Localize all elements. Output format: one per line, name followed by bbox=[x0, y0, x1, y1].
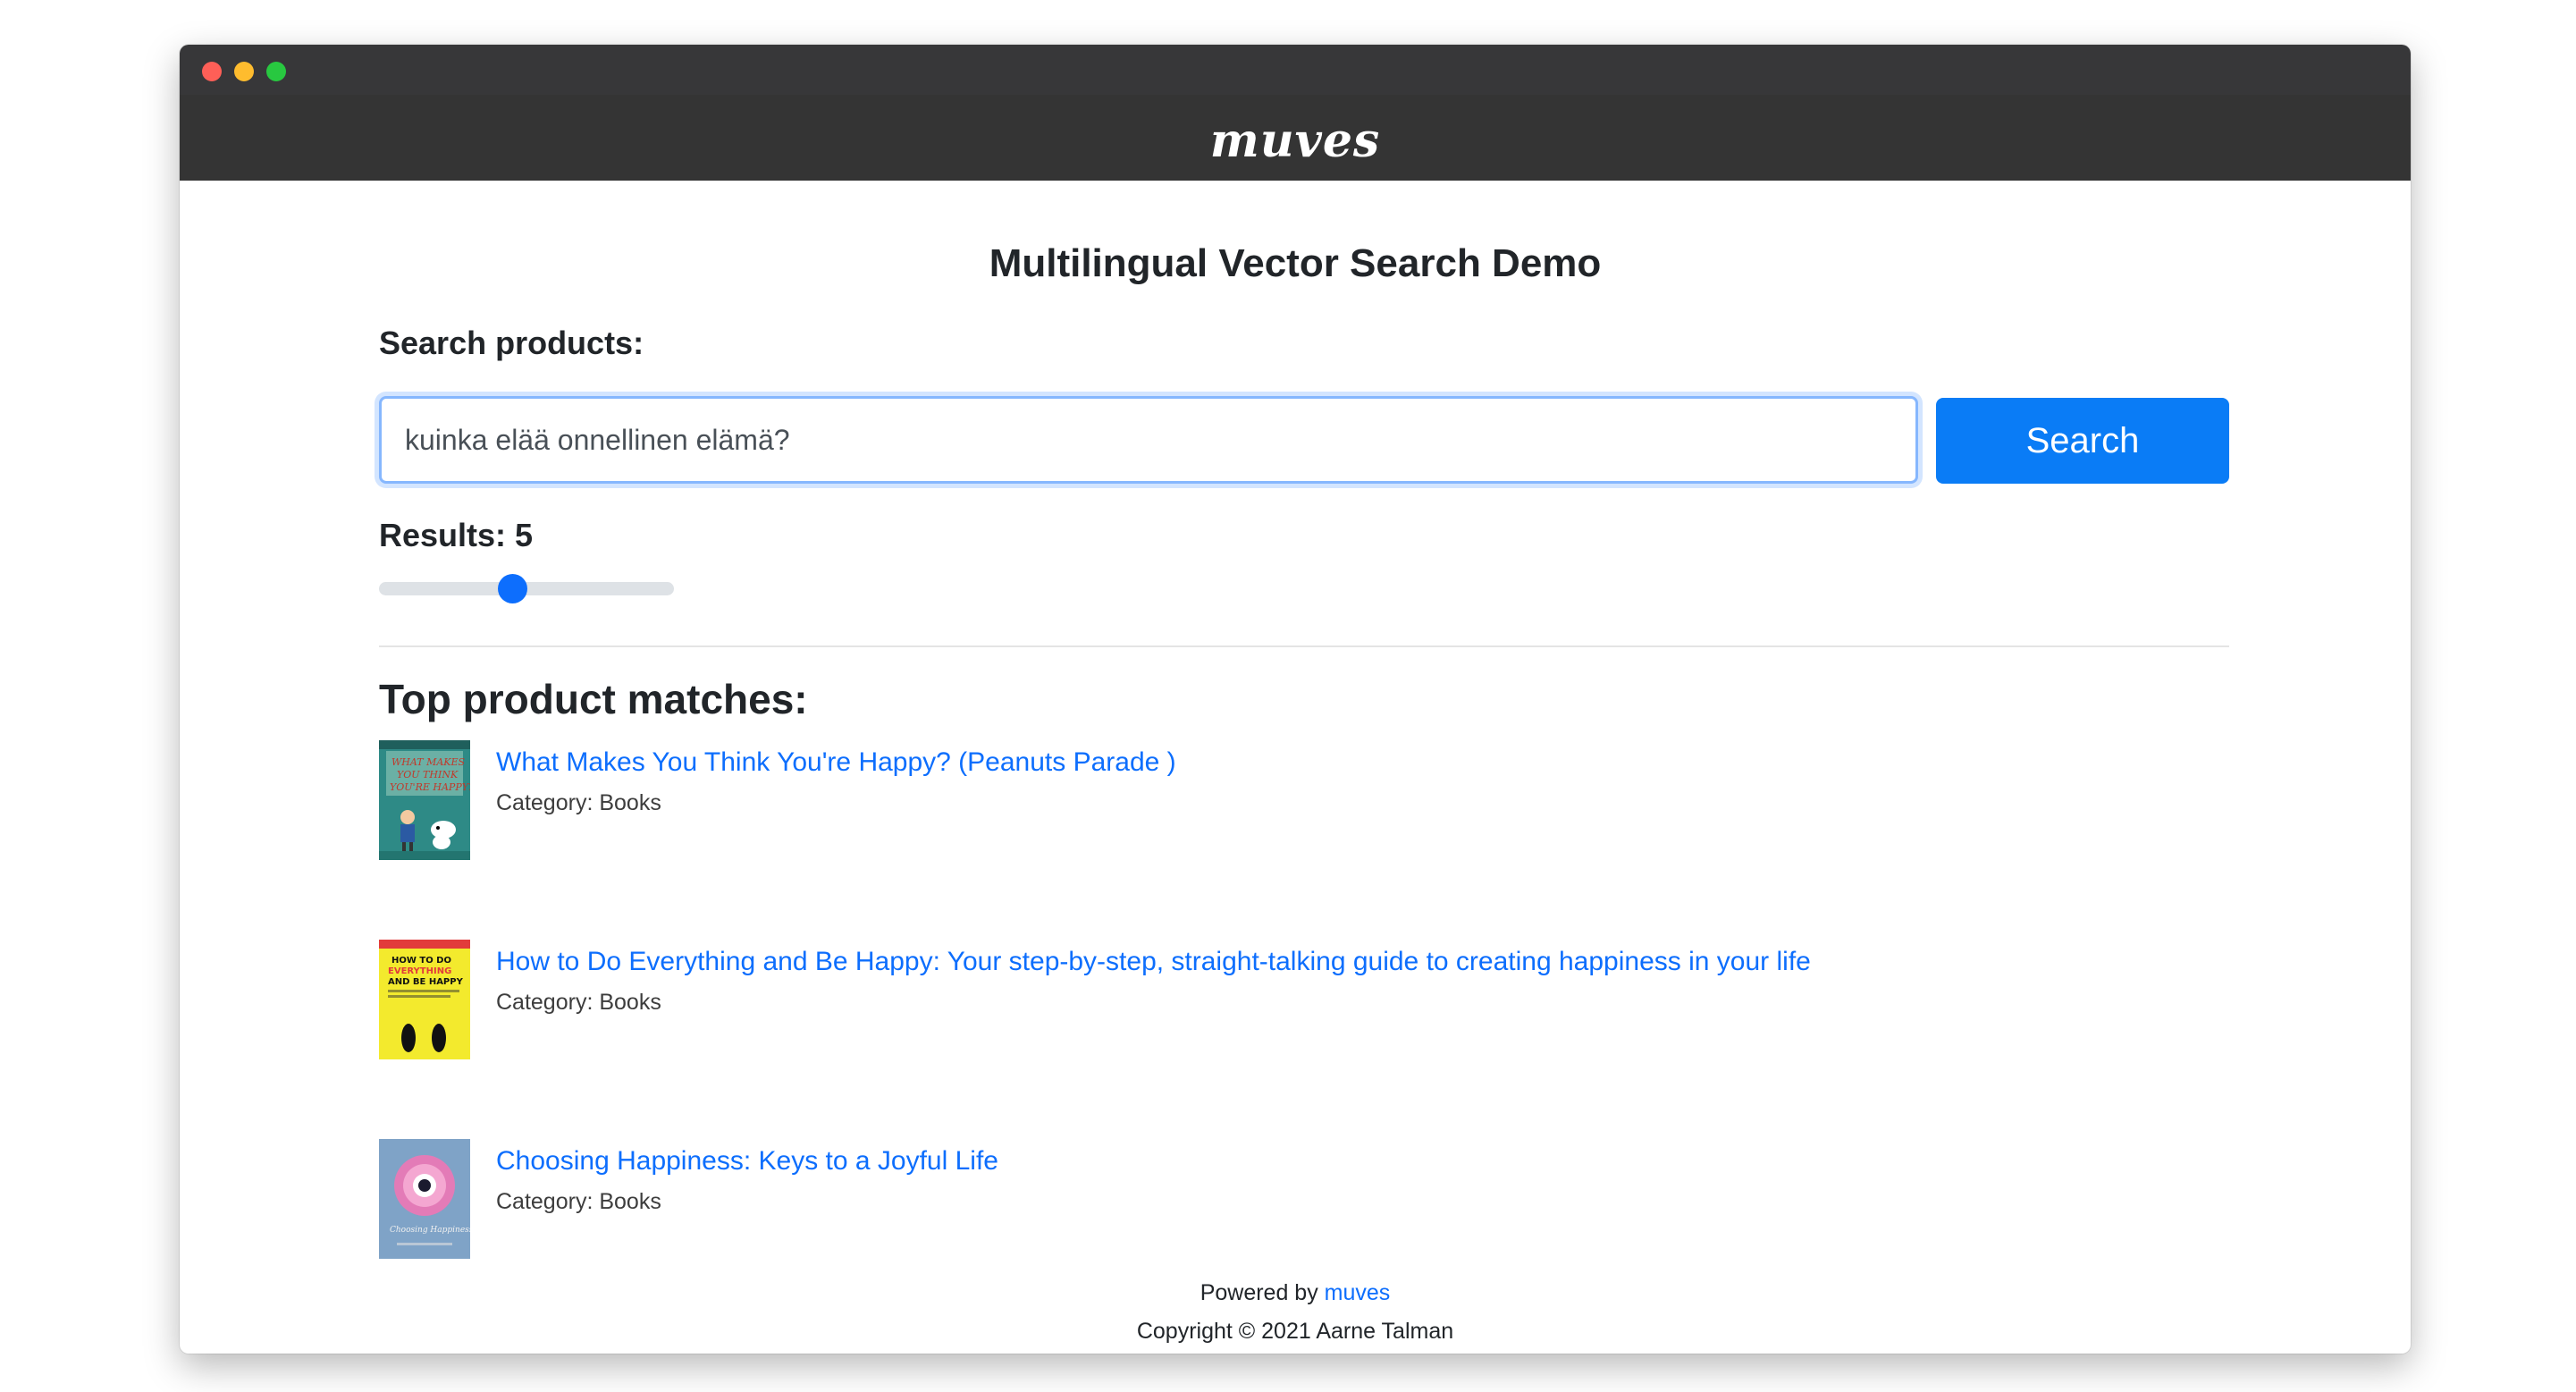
search-label: Search products: bbox=[379, 325, 644, 361]
svg-text:YOU THINK: YOU THINK bbox=[397, 769, 459, 780]
product-category: Category: Books bbox=[496, 990, 661, 1015]
close-window-button[interactable] bbox=[202, 62, 222, 81]
product-title-link[interactable]: What Makes You Think You're Happy? (Pean… bbox=[496, 747, 1176, 778]
svg-text:WHAT MAKES: WHAT MAKES bbox=[391, 756, 466, 768]
svg-text:Choosing Happiness: Choosing Happiness bbox=[390, 1226, 470, 1235]
product-category: Category: Books bbox=[496, 790, 661, 815]
svg-text:AND BE HAPPY: AND BE HAPPY bbox=[388, 977, 464, 987]
smiley-cover-thumbnail[interactable]: HOW TO DO EVERYTHING AND BE HAPPY PETER … bbox=[379, 940, 470, 1059]
product-category: Category: Books bbox=[496, 1189, 661, 1214]
browser-window: muves Multilingual Vector Search Demo Se… bbox=[180, 45, 2411, 1354]
svg-text:YOU'RE HAPPY?: YOU'RE HAPPY? bbox=[390, 781, 470, 793]
svg-text:HOW TO DO: HOW TO DO bbox=[391, 956, 451, 966]
maximize-window-button[interactable] bbox=[266, 62, 286, 81]
footer: Powered by muves Copyright © 2021 Aarne … bbox=[180, 1274, 2411, 1351]
peanuts-cover-thumbnail[interactable]: WHAT MAKES YOU THINK YOU'RE HAPPY? bbox=[379, 740, 470, 860]
results-label: Results: 5 bbox=[379, 517, 534, 553]
powered-by-line: Powered by muves bbox=[180, 1274, 2411, 1312]
powered-by-text: Powered by bbox=[1200, 1280, 1318, 1305]
main-content: Search products: Search Results: 5 Top p… bbox=[379, 45, 2229, 1354]
matches-heading: Top product matches: bbox=[379, 676, 808, 722]
flower-cover-thumbnail[interactable]: Choosing Happiness bbox=[379, 1139, 470, 1259]
product-title-link[interactable]: How to Do Everything and Be Happy: Your … bbox=[496, 947, 1811, 977]
copyright-text: Copyright © 2021 Aarne Talman bbox=[1136, 1319, 1454, 1344]
search-input[interactable] bbox=[379, 396, 1918, 484]
svg-text:EVERYTHING: EVERYTHING bbox=[388, 966, 451, 976]
results-slider-thumb[interactable] bbox=[497, 574, 527, 603]
search-button[interactable]: Search bbox=[1936, 398, 2229, 484]
powered-by-link[interactable]: muves bbox=[1325, 1280, 1391, 1305]
divider bbox=[379, 645, 2229, 647]
minimize-window-button[interactable] bbox=[234, 62, 254, 81]
product-title-link[interactable]: Choosing Happiness: Keys to a Joyful Lif… bbox=[496, 1146, 998, 1177]
